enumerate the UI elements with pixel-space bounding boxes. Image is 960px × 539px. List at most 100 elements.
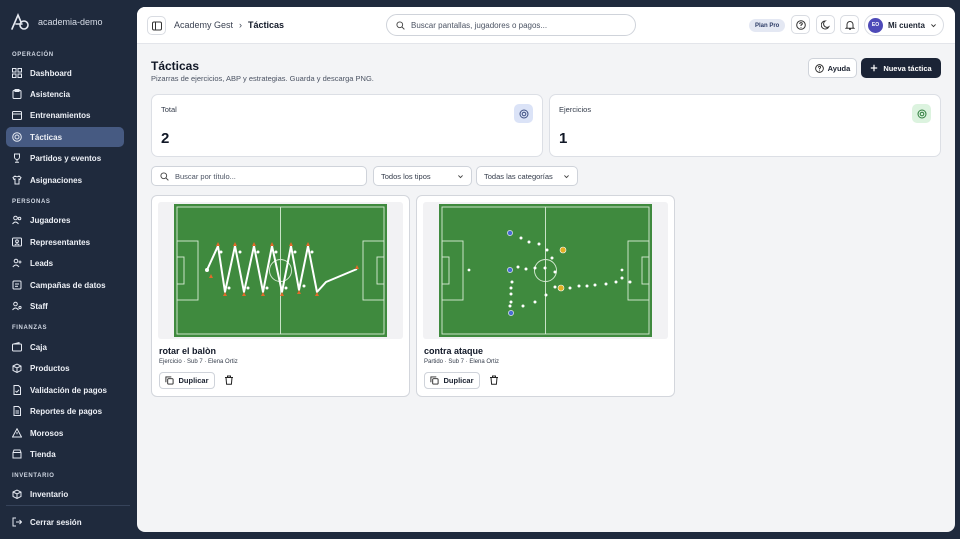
sidebar-item-tienda[interactable]: Tienda (6, 444, 124, 464)
sidebar-item-label: Validación de pagos (30, 385, 107, 395)
help-circle-button[interactable] (791, 15, 810, 34)
user-key-icon (12, 301, 22, 311)
sidebar-toggle-button[interactable] (147, 16, 166, 35)
file-check-icon (13, 385, 21, 395)
sidebar-item-asignaciones[interactable]: Asignaciones (6, 170, 124, 190)
sidebar-item-label: Reportes de pagos (30, 406, 103, 416)
sidebar-item-label: Campañas de datos (30, 280, 106, 290)
global-search-input[interactable]: Buscar pantallas, jugadores o pagos... (386, 14, 636, 36)
sidebar-item-caja[interactable]: Caja (6, 337, 124, 357)
football-pitch (439, 204, 652, 337)
sidebar-item-label: Asistencia (30, 89, 71, 99)
sidebar-item-reportes[interactable]: Reportes de pagos (6, 401, 124, 421)
wallet-icon (12, 342, 22, 352)
sidebar-item-productos[interactable]: Productos (6, 358, 124, 378)
theme-toggle-button[interactable] (816, 15, 835, 34)
trash-icon[interactable] (489, 375, 499, 385)
users-icon (12, 215, 22, 225)
breadcrumb-separator-icon: › (239, 20, 243, 30)
alert-icon (12, 428, 22, 438)
shirt-icon (12, 175, 22, 185)
sidebar-item-dashboard[interactable]: Dashboard (6, 63, 124, 83)
sidebar: academia-demo OPERACIÓN Dashboard Asiste… (0, 0, 137, 539)
stat-icon-box (912, 104, 931, 123)
sidebar-item-morosos[interactable]: Morosos (6, 423, 124, 443)
new-tactic-label: Nueva táctica (883, 63, 932, 73)
clipboard-icon (12, 89, 22, 99)
tactic-title[interactable]: contra ataque (424, 346, 483, 356)
sidebar-item-inventario[interactable]: Inventario (6, 484, 124, 504)
sidebar-item-label: Partidos y eventos (30, 153, 102, 163)
sidebar-item-representantes[interactable]: Representantes (6, 232, 124, 252)
category-filter-value: Todas las categorías (484, 171, 553, 181)
sidebar-item-label: Tácticas (30, 132, 63, 142)
moon-icon (820, 19, 830, 29)
target-icon (12, 132, 22, 142)
tactic-search-placeholder: Buscar por título... (175, 171, 236, 181)
global-search-placeholder: Buscar pantallas, jugadores o pagos... (411, 20, 548, 30)
sidebar-item-tacticas[interactable]: Tácticas (6, 127, 124, 147)
tactic-board-preview[interactable] (158, 202, 403, 339)
tactic-card[interactable]: rotar el balòn Ejercicio · Sub 7 · Elena… (151, 195, 410, 397)
box-icon (12, 363, 22, 373)
category-filter-select[interactable]: Todas las categorías (476, 166, 578, 186)
duplicate-button[interactable]: Duplicar (424, 372, 480, 389)
target-icon (917, 109, 926, 118)
sidebar-item-label: Leads (30, 258, 54, 268)
section-personas: PERSONAS (12, 199, 51, 205)
target-icon (519, 109, 528, 118)
sidebar-item-partidos[interactable]: Partidos y eventos (6, 148, 124, 168)
account-menu[interactable]: EO Mi cuenta (864, 14, 944, 36)
type-filter-value: Todos los tipos (381, 171, 431, 181)
sidebar-item-entrenamientos[interactable]: Entrenamientos (6, 105, 124, 125)
tactic-meta: Partido · Sub 7 · Elena Ortiz (424, 359, 500, 365)
tactic-card[interactable]: contra ataque Partido · Sub 7 · Elena Or… (416, 195, 675, 397)
section-operacion: OPERACIÓN (12, 52, 54, 58)
org-name: academia-demo (38, 17, 103, 27)
search-icon (160, 171, 169, 181)
help-button-label: Ayuda (827, 63, 851, 73)
logout-label: Cerrar sesión (30, 517, 82, 527)
sidebar-item-jugadores[interactable]: Jugadores (6, 210, 124, 230)
sidebar-item-campanas[interactable]: Campañas de datos (6, 275, 124, 295)
tactic-title[interactable]: rotar el balòn (159, 346, 216, 356)
sidebar-item-label: Dashboard (30, 68, 72, 78)
sidebar-item-label: Tienda (30, 449, 56, 459)
new-tactic-button[interactable]: Nueva táctica (861, 58, 941, 78)
stat-label: Ejercicios (559, 105, 592, 114)
stat-card-ejercicios: Ejercicios 1 (549, 94, 941, 157)
sidebar-item-label: Caja (30, 342, 47, 352)
page-subtitle: Pizarras de ejercicios, ABP y estrategia… (151, 74, 374, 83)
sidebar-item-label: Productos (30, 363, 70, 373)
file-text-icon (13, 406, 21, 416)
calendar-icon (12, 111, 22, 120)
account-label: Mi cuenta (888, 20, 925, 30)
plan-badge: Plan Pro (749, 19, 786, 32)
sidebar-item-label: Representantes (30, 237, 91, 247)
type-filter-select[interactable]: Todos los tipos (373, 166, 472, 186)
notifications-button[interactable] (840, 15, 859, 34)
brand-logo-icon (11, 12, 29, 30)
tactic-meta: Ejercicio · Sub 7 · Elena Ortiz (159, 359, 238, 365)
stat-value: 1 (559, 130, 568, 147)
brand[interactable]: academia-demo (10, 12, 103, 32)
panel-left-icon (151, 21, 162, 30)
breadcrumb-root[interactable]: Academy Gest (174, 20, 233, 30)
help-circle-icon (795, 19, 806, 30)
sidebar-item-asistencia[interactable]: Asistencia (6, 84, 124, 104)
trash-icon[interactable] (224, 375, 234, 385)
duplicate-button[interactable]: Duplicar (159, 372, 215, 389)
sidebar-item-leads[interactable]: Leads (6, 253, 124, 273)
logout-button[interactable]: Cerrar sesión (6, 512, 124, 532)
tactic-board-preview[interactable] (423, 202, 668, 339)
user-plus-icon (12, 258, 22, 268)
sidebar-item-validacion[interactable]: Validación de pagos (6, 380, 124, 400)
tactic-search-input[interactable]: Buscar por título... (151, 166, 367, 186)
chevron-down-icon (930, 23, 936, 27)
stat-card-total: Total 2 (151, 94, 543, 157)
sidebar-item-label: Asignaciones (30, 175, 83, 185)
sidebar-item-staff[interactable]: Staff (6, 296, 124, 316)
help-button[interactable]: Ayuda (808, 58, 857, 78)
help-circle-icon (814, 63, 824, 73)
chevron-down-icon (564, 174, 569, 178)
